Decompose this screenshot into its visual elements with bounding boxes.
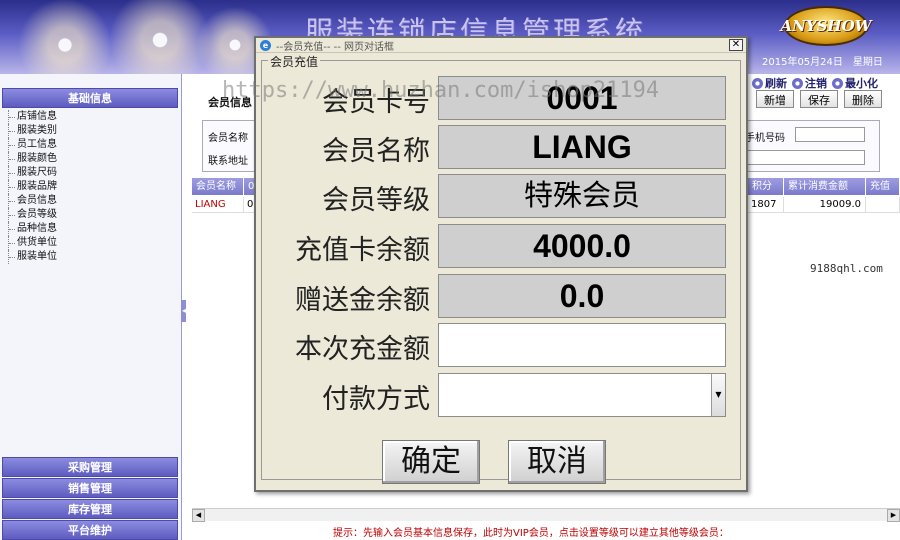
- card-balance-row: 充值卡余额 4000.0: [262, 224, 742, 268]
- member-name-value: LIANG: [438, 125, 726, 169]
- recharge-dialog: e --会员充值-- -- 网页对话框 ✕ 会员充值 会员卡号 0001 会员名…: [254, 36, 748, 492]
- sidebar-item-color[interactable]: 服装颜色: [8, 152, 57, 166]
- sidebar-item-member[interactable]: 会员信息: [8, 194, 57, 208]
- logout-button[interactable]: 注销: [792, 75, 827, 91]
- add-button[interactable]: 新增: [756, 90, 794, 108]
- scroll-left-icon[interactable]: ◀: [192, 509, 205, 522]
- sidebar-item-size[interactable]: 服装尺码: [8, 166, 57, 180]
- sidebar-section-purchase[interactable]: 采购管理: [2, 457, 178, 477]
- member-name-label: 会员名称: [208, 133, 248, 144]
- group-title: 会员充值: [268, 53, 321, 70]
- recharge-amount-row: 本次充金额: [262, 323, 742, 367]
- top-actions: 刷新 注销 最小化: [752, 74, 900, 92]
- logout-icon: [792, 77, 803, 89]
- member-name-label: 会员名称: [322, 136, 430, 167]
- dialog-titlebar[interactable]: e --会员充值-- -- 网页对话框 ✕: [256, 38, 746, 53]
- sidebar-section-platform[interactable]: 平台维护: [2, 520, 178, 540]
- sidebar-item-employee[interactable]: 员工信息: [8, 138, 57, 152]
- recharge-amount-label: 本次充金额: [295, 334, 430, 365]
- minimize-icon: [832, 77, 843, 89]
- sidebar-tree: 店铺信息 服装类别 员工信息 服装颜色 服装尺码 服装品牌 会员信息 会员等级 …: [8, 110, 57, 264]
- save-button[interactable]: 保存: [800, 90, 838, 108]
- confirm-button[interactable]: 确定: [382, 440, 480, 484]
- scroll-right-icon[interactable]: ▶: [887, 509, 900, 522]
- sidebar-item-unit[interactable]: 服装单位: [8, 250, 57, 264]
- sidebar-section-inventory[interactable]: 库存管理: [2, 499, 178, 519]
- cell-recharge: [866, 197, 900, 213]
- current-date: 2015年05月24日 星期日: [762, 57, 883, 68]
- payment-method-label: 付款方式: [322, 384, 430, 415]
- toolbar: 新增 保存 删除: [756, 90, 882, 108]
- brand-logo: ANYSHOW: [781, 6, 872, 46]
- minimize-button[interactable]: 最小化: [832, 75, 878, 91]
- browser-icon: e: [260, 39, 271, 51]
- sidebar-item-variety[interactable]: 品种信息: [8, 222, 57, 236]
- close-icon[interactable]: ✕: [729, 39, 743, 51]
- sidebar-item-member-level[interactable]: 会员等级: [8, 208, 57, 222]
- col-recharge[interactable]: 充值: [866, 178, 900, 195]
- refresh-label: 刷新: [765, 77, 787, 90]
- logout-label: 注销: [805, 77, 827, 90]
- member-level-row: 会员等级 特殊会员: [262, 174, 742, 218]
- sidebar-section-sales[interactable]: 销售管理: [2, 478, 178, 498]
- card-balance-label: 充值卡余额: [295, 235, 430, 266]
- bonus-balance-label: 赠送金余额: [295, 285, 430, 316]
- member-level-value: 特殊会员: [438, 174, 726, 218]
- hint-text: 提示：先输入会员基本信息保存，此时为VIP会员，点击设置等级可以建立其他等级会员…: [333, 528, 729, 539]
- member-level-label: 会员等级: [322, 185, 430, 216]
- phone-input[interactable]: [795, 127, 865, 142]
- sidebar: 基础信息 店铺信息 服装类别 员工信息 服装颜色 服装尺码 服装品牌 会员信息 …: [0, 74, 182, 540]
- sidebar-item-store[interactable]: 店铺信息: [8, 110, 57, 124]
- horizontal-scrollbar[interactable]: ◀ ▶: [192, 508, 900, 522]
- payment-method-select[interactable]: ▼: [438, 373, 726, 417]
- bonus-balance-value: 0.0: [438, 274, 726, 318]
- chevron-down-icon[interactable]: ▼: [711, 374, 725, 416]
- watermark-side: 9188qhl.com: [810, 262, 883, 275]
- col-total-spent[interactable]: 累计消费金额: [784, 178, 866, 195]
- cell-total-spent: 19009.0: [784, 197, 866, 213]
- col-member-name[interactable]: 会员名称: [192, 178, 244, 195]
- delete-button[interactable]: 删除: [844, 90, 882, 108]
- cancel-button[interactable]: 取消: [508, 440, 606, 484]
- address-label: 联系地址: [208, 156, 248, 167]
- phone-label: 手机号码: [745, 133, 785, 144]
- member-name-row: 会员名称 LIANG: [262, 125, 742, 169]
- sidebar-item-supplier[interactable]: 供货单位: [8, 236, 57, 250]
- sidebar-section-basic[interactable]: 基础信息: [2, 88, 178, 108]
- sidebar-item-brand[interactable]: 服装品牌: [8, 180, 57, 194]
- col-points[interactable]: 积分: [748, 178, 784, 195]
- card-balance-value: 4000.0: [438, 224, 726, 268]
- dialog-title: --会员充值-- -- 网页对话框: [276, 41, 395, 53]
- minimize-label: 最小化: [845, 77, 878, 90]
- refresh-icon: [752, 77, 763, 89]
- watermark-overlay: https://www.huzhan.com/ishop21194: [222, 78, 660, 103]
- sidebar-item-category[interactable]: 服装类别: [8, 124, 57, 138]
- cell-points: 1807: [748, 197, 784, 213]
- recharge-amount-input[interactable]: [438, 323, 726, 367]
- refresh-button[interactable]: 刷新: [752, 75, 787, 91]
- address-extra-input[interactable]: [747, 150, 865, 165]
- recharge-group: 会员充值 会员卡号 0001 会员名称 LIANG 会员等级 特殊会员 充值卡余…: [261, 53, 742, 480]
- payment-method-row: 付款方式 ▼: [262, 373, 742, 417]
- bonus-balance-row: 赠送金余额 0.0: [262, 274, 742, 318]
- cell-member-name: LIANG: [192, 197, 244, 213]
